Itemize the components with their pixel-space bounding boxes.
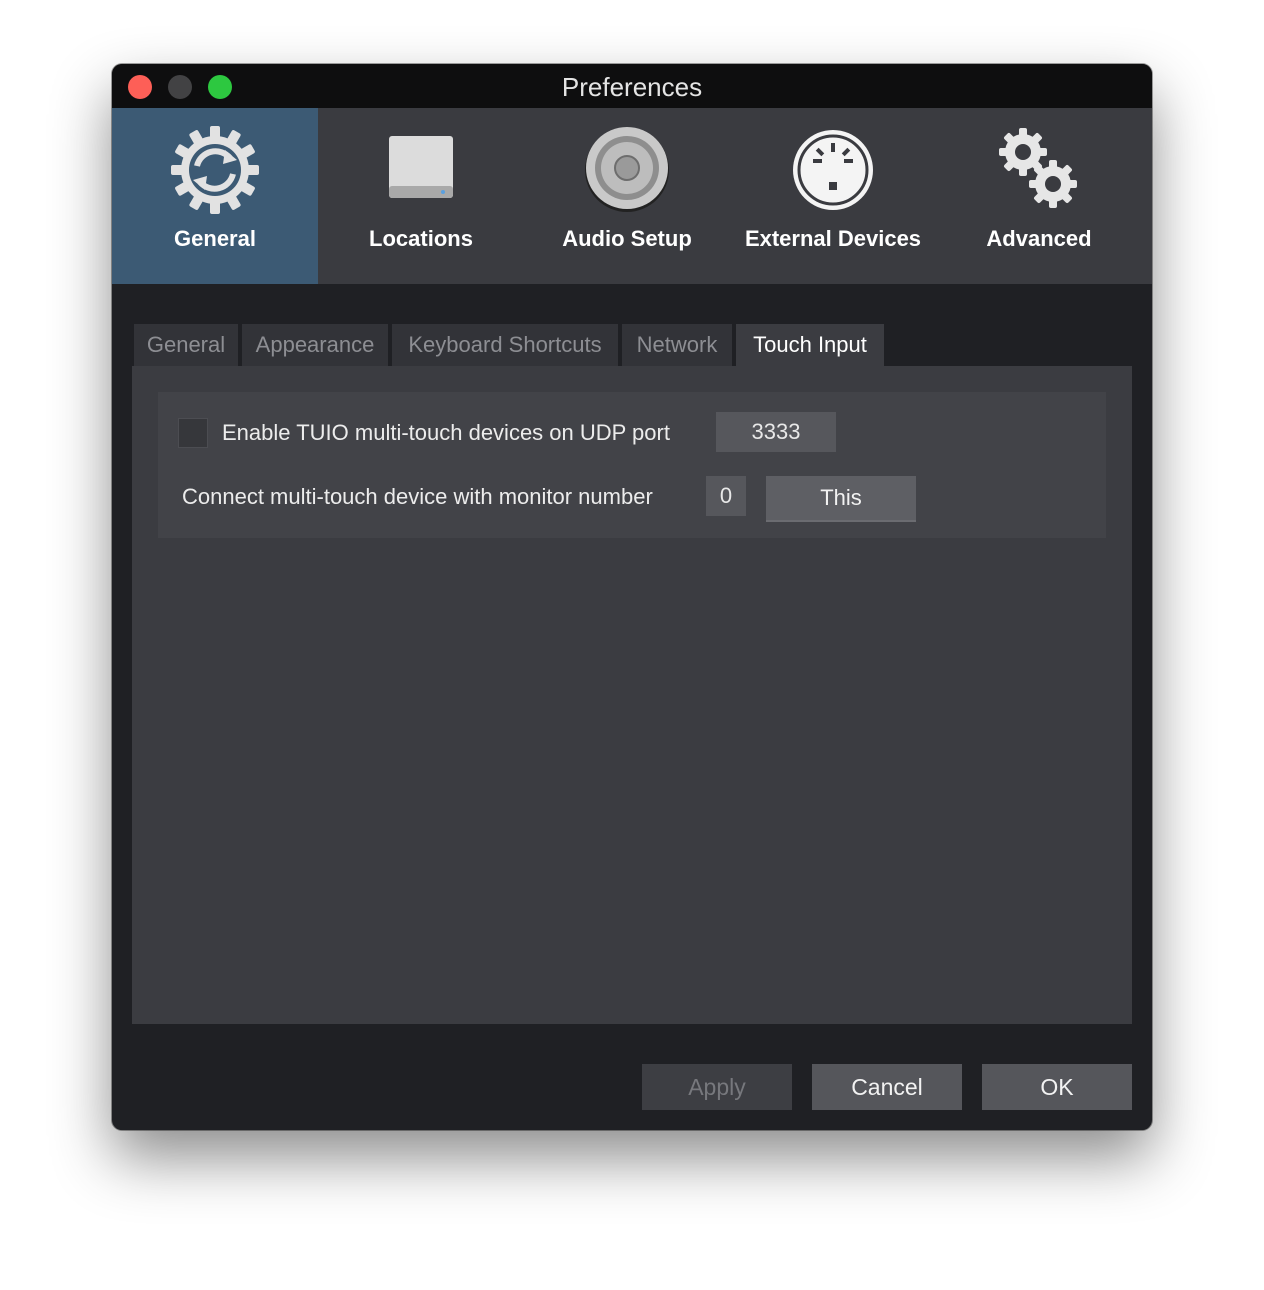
preferences-toolbar: General Locations Audio Setup External D… xyxy=(112,108,1152,284)
toolbar-item-audio-setup[interactable]: Audio Setup xyxy=(524,108,730,284)
content-area: General Appearance Keyboard Shortcuts Ne… xyxy=(116,284,1148,1130)
monitor-number-field[interactable]: 0 xyxy=(706,476,746,516)
ok-button[interactable]: OK xyxy=(982,1064,1132,1110)
tab-keyboard-shortcuts[interactable]: Keyboard Shortcuts xyxy=(392,324,618,366)
enable-tuio-label: Enable TUIO multi-touch devices on UDP p… xyxy=(222,420,670,445)
tab-network[interactable]: Network xyxy=(622,324,732,366)
tab-appearance[interactable]: Appearance xyxy=(242,324,388,366)
toolbar-item-advanced[interactable]: Advanced xyxy=(936,108,1142,284)
toolbar-item-label: General xyxy=(174,226,256,251)
tab-touch-input[interactable]: Touch Input xyxy=(736,324,884,366)
speaker-icon xyxy=(579,122,675,218)
tab-general[interactable]: General xyxy=(134,324,238,366)
touch-input-panel: Enable TUIO multi-touch devices on UDP p… xyxy=(132,366,1132,1024)
toolbar-item-label: Audio Setup xyxy=(562,226,692,251)
enable-tuio-checkbox[interactable] xyxy=(178,418,208,448)
udp-port-field[interactable]: 3333 xyxy=(716,412,836,452)
window-title: Preferences xyxy=(561,72,703,102)
preferences-window: Preferences General Locations Audio Setu… xyxy=(112,64,1152,1130)
toolbar-item-general[interactable]: General xyxy=(112,108,318,284)
toolbar-item-label: Advanced xyxy=(986,226,1092,251)
apply-button[interactable]: Apply xyxy=(642,1064,792,1110)
toolbar-item-label: Locations xyxy=(369,226,473,251)
toolbar-item-external-devices[interactable]: External Devices xyxy=(730,108,936,284)
cancel-button[interactable]: Cancel xyxy=(812,1064,962,1110)
title-bar: Preferences xyxy=(112,64,1152,108)
monitor-number-label: Connect multi-touch device with monitor … xyxy=(182,484,653,509)
touch-settings-group: Enable TUIO multi-touch devices on UDP p… xyxy=(158,392,1106,538)
hard-drive-icon xyxy=(373,122,469,218)
gears-icon xyxy=(991,122,1087,218)
general-sync-gear-icon xyxy=(167,122,263,218)
midi-connector-icon xyxy=(785,122,881,218)
this-monitor-button[interactable]: This xyxy=(766,476,916,522)
toolbar-item-label: External Devices xyxy=(744,226,922,251)
toolbar-item-locations[interactable]: Locations xyxy=(318,108,524,284)
